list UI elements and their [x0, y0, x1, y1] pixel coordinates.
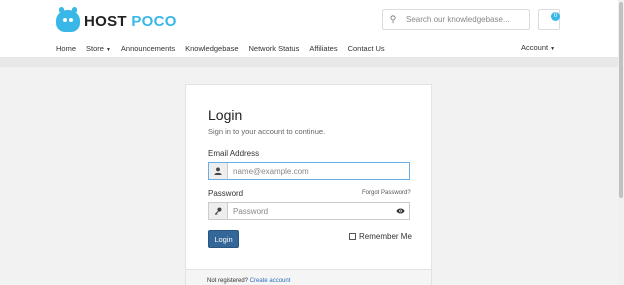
logo[interactable]: HOST POCO: [56, 7, 177, 34]
user-icon: [209, 163, 228, 179]
nav-item-knowledgebase[interactable]: Knowledgebase: [185, 44, 238, 53]
nav-item-announcements[interactable]: Announcements: [121, 44, 175, 53]
forgot-password-link[interactable]: Forgot Password?: [362, 190, 411, 196]
remember-me-checkbox[interactable]: [349, 233, 356, 240]
nav-item-label: Store: [86, 43, 104, 53]
brand-name-part1: HOST: [84, 12, 127, 30]
email-input[interactable]: [228, 163, 409, 179]
password-input[interactable]: [228, 203, 391, 219]
password-label: Password: [208, 189, 244, 198]
search-box: ⚲: [382, 9, 530, 30]
brand-name-part2: POCO: [131, 12, 177, 30]
not-registered-text: Not registered?: [207, 278, 249, 284]
remember-me[interactable]: Remember Me: [349, 232, 412, 241]
account-label: Account: [521, 43, 549, 52]
header: HOST POCO ⚲ 0 Home Store▼ Announcements …: [0, 0, 618, 60]
eye-icon[interactable]: [391, 207, 409, 216]
caret-down-icon: ▼: [550, 46, 556, 52]
nav-item-label: Announcements: [120, 43, 176, 53]
nav-item-network-status[interactable]: Network Status: [249, 44, 300, 53]
login-subtitle: Sign in to your account to continue.: [208, 127, 326, 136]
nav-item-affiliates[interactable]: Affiliates: [309, 44, 337, 53]
login-card: Login Sign in to your account to continu…: [185, 84, 432, 285]
footer-text: Not registered? Create account: [207, 278, 290, 284]
login-card-footer: Not registered? Create account: [186, 269, 431, 285]
search-input[interactable]: [406, 15, 526, 24]
cart-button[interactable]: 0: [538, 9, 560, 30]
brand-name: HOST POCO: [84, 13, 177, 30]
caret-down-icon: ▼: [105, 46, 111, 53]
main-nav: Home Store ▼ Announcements Knowledgebase …: [56, 40, 395, 56]
account-menu[interactable]: Account ▼: [521, 43, 555, 52]
email-label: Email Address: [208, 149, 260, 158]
nav-item-label: Knowledgebase: [185, 43, 239, 53]
nav-item-label: Contact Us: [347, 43, 385, 53]
remember-me-label: Remember Me: [359, 232, 412, 241]
page-scrollbar[interactable]: [618, 0, 624, 285]
nav-item-label: Affiliates: [309, 43, 338, 53]
nav-item-label: Home: [56, 43, 77, 53]
nav-item-contact-us[interactable]: Contact Us: [348, 44, 385, 53]
scrollbar-thumb[interactable]: [619, 2, 623, 198]
mascot-icon: [56, 7, 80, 32]
login-title: Login: [208, 107, 243, 123]
nav-item-label: Network Status: [248, 43, 300, 53]
nav-item-store[interactable]: Store ▼: [86, 44, 111, 53]
create-account-link[interactable]: Create account: [250, 278, 291, 284]
cart-count-badge: 0: [551, 12, 560, 21]
key-icon: [209, 203, 228, 219]
search-icon[interactable]: ⚲: [383, 14, 403, 25]
nav-item-home[interactable]: Home: [56, 44, 76, 53]
email-field: [208, 162, 410, 180]
password-field: [208, 202, 410, 220]
login-button[interactable]: Login: [208, 230, 239, 248]
header-divider: [0, 57, 618, 67]
